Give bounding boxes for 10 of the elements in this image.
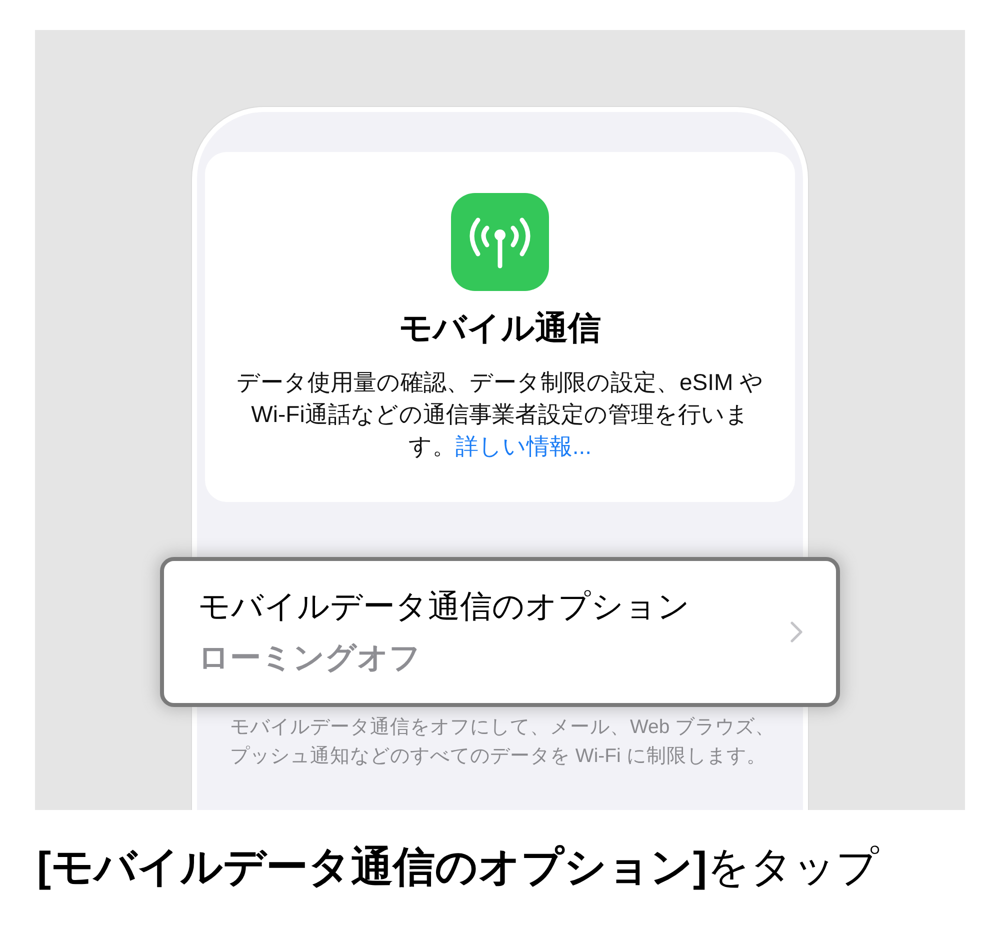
row-title: モバイルデータ通信のオプション: [198, 587, 691, 626]
row-value: ローミングオフ: [198, 639, 422, 677]
antenna-app-icon: [451, 193, 549, 291]
chevron-right-icon: [790, 621, 803, 643]
instruction-caption: [モバイルデータ通信のオプション]をタップ: [36, 842, 880, 892]
more-info-link[interactable]: 詳しい情報...: [455, 433, 592, 459]
mobile-data-options-row[interactable]: モバイルデータ通信のオプション ローミングオフ: [160, 557, 840, 707]
footer-note: モバイルデータ通信をオフにして、メール、Web ブラウズ、プッシュ通知などのすべてのデータを Wi-Fi に制限します。: [229, 715, 776, 769]
card-title: モバイル通信: [399, 308, 601, 348]
card-description: データ使用量の確認、データ制限の設定、eSIM や Wi-Fi通話などの通信事業者設定の管理を行います。詳しい情報...: [235, 368, 765, 461]
